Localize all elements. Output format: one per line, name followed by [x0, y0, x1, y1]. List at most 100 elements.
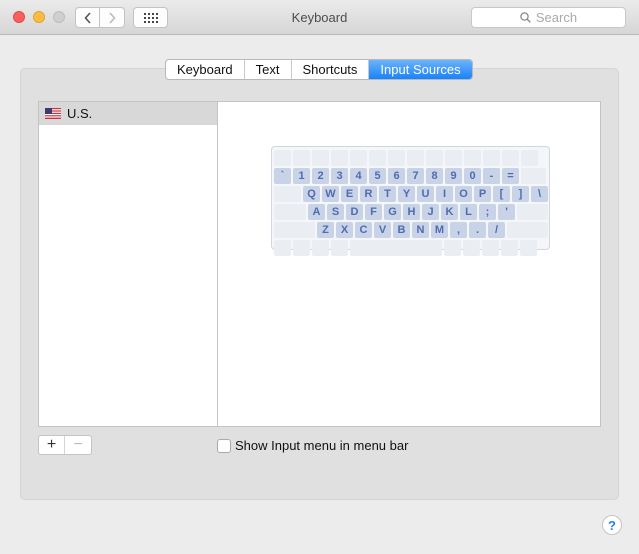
keyboard-key: R [360, 186, 377, 202]
keyboard-key-blank [444, 240, 461, 256]
keyboard-key: P [474, 186, 491, 202]
keyboard-key-blank [502, 150, 519, 166]
show-input-menu-checkbox[interactable] [217, 438, 231, 453]
keyboard-key-blank [274, 240, 291, 256]
search-icon [520, 12, 531, 23]
keyboard-row: A S D F G H J K L; ' [274, 204, 548, 220]
keyboard-key: - [483, 168, 500, 184]
keyboard-key-blank [388, 150, 405, 166]
keyboard-key: L [460, 204, 477, 220]
show-input-menu-label: Show Input menu in menu bar [235, 438, 409, 453]
keyboard-key: N [412, 222, 429, 238]
keyboard-key: . [469, 222, 486, 238]
keyboard-key-blank [350, 150, 367, 166]
keyboard-key: , [450, 222, 467, 238]
keyboard-preferences-window: Keyboard Search Keyboard Text Shortcuts … [0, 0, 639, 554]
keyboard-key: O [455, 186, 472, 202]
keyboard-key: 6 [388, 168, 405, 184]
tab-text[interactable]: Text [245, 60, 292, 79]
keyboard-key-blank [445, 150, 462, 166]
search-field[interactable]: Search [471, 7, 626, 28]
keyboard-key-blank [501, 240, 518, 256]
keyboard-key: 1 [293, 168, 310, 184]
keyboard-key: G [384, 204, 401, 220]
search-placeholder: Search [535, 10, 578, 25]
keyboard-key-blank [464, 150, 481, 166]
keyboard-key-blank [369, 150, 386, 166]
keyboard-key-blank [293, 240, 310, 256]
keyboard-key: B [393, 222, 410, 238]
keyboard-row: Z X C V B N M,. / [274, 222, 548, 238]
keyboard-key-blank [350, 240, 442, 256]
keyboard-key: U [417, 186, 434, 202]
keyboard-key-blank [507, 222, 548, 238]
keyboard-key-blank [483, 150, 500, 166]
keyboard-key: \ [531, 186, 548, 202]
keyboard-key: 5 [369, 168, 386, 184]
keyboard-key-blank [312, 240, 329, 256]
keyboard-key: C [355, 222, 372, 238]
keyboard-key-blank [331, 240, 348, 256]
keyboard-key: T [379, 186, 396, 202]
keyboard-key: M [431, 222, 448, 238]
keyboard-key: E [341, 186, 358, 202]
keyboard-key-blank [274, 150, 291, 166]
title-bar: Keyboard Search [0, 0, 639, 35]
keyboard-key: H [403, 204, 420, 220]
keyboard-key: 4 [350, 168, 367, 184]
keyboard-key: 3 [331, 168, 348, 184]
keyboard-row [274, 240, 547, 256]
list-item-label: U.S. [67, 106, 93, 121]
keyboard-key: X [336, 222, 353, 238]
keyboard-key: ] [512, 186, 529, 202]
keyboard-key: Y [398, 186, 415, 202]
keyboard-key-blank [274, 186, 301, 202]
tab-shortcuts[interactable]: Shortcuts [292, 60, 370, 79]
us-flag-icon [45, 108, 61, 119]
tab-keyboard[interactable]: Keyboard [166, 60, 245, 79]
keyboard-key: ` [274, 168, 291, 184]
keyboard-key: A [308, 204, 325, 220]
remove-input-source-button[interactable]: − [65, 436, 91, 454]
keyboard-layout-preview: ` 1 2 3 4 5 6 7 8 9 0- = Q W E R T Y U I O P[] \ A S D F G H J K L; ' Z X C… [271, 146, 550, 256]
show-input-menu-row[interactable]: Show Input menu in menu bar [217, 438, 408, 453]
keyboard-key: F [365, 204, 382, 220]
keyboard-key: Z [317, 222, 334, 238]
keyboard-key-blank [521, 168, 546, 184]
add-input-source-button[interactable]: + [39, 436, 65, 454]
input-sources-list: U.S. [38, 101, 218, 427]
help-button[interactable]: ? [602, 515, 622, 535]
keyboard-key: ' [498, 204, 515, 220]
keyboard-key: D [346, 204, 363, 220]
keyboard-key: 9 [445, 168, 462, 184]
keyboard-row [274, 150, 547, 166]
keyboard-preview-pane: ` 1 2 3 4 5 6 7 8 9 0- = Q W E R T Y U I O P[] \ A S D F G H J K L; ' Z X C… [217, 101, 601, 427]
keyboard-key: 8 [426, 168, 443, 184]
keyboard-key-blank [293, 150, 310, 166]
keyboard-key: K [441, 204, 458, 220]
list-item-us[interactable]: U.S. [39, 102, 217, 125]
keyboard-key: 7 [407, 168, 424, 184]
keyboard-row: ` 1 2 3 4 5 6 7 8 9 0- = [274, 168, 547, 184]
keyboard-key-blank [426, 150, 443, 166]
keyboard-key: S [327, 204, 344, 220]
keyboard-key-blank [274, 204, 306, 220]
keyboard-key-blank [517, 204, 548, 220]
keyboard-key: 0 [464, 168, 481, 184]
keyboard-key: V [374, 222, 391, 238]
add-remove-control: + − [38, 435, 92, 455]
keyboard-row: Q W E R T Y U I O P[] \ [274, 186, 548, 202]
keyboard-key: J [422, 204, 439, 220]
keyboard-key-blank [482, 240, 499, 256]
keyboard-key-blank [463, 240, 480, 256]
keyboard-key-blank [274, 222, 315, 238]
keyboard-key: ; [479, 204, 496, 220]
keyboard-key: Q [303, 186, 320, 202]
keyboard-key: I [436, 186, 453, 202]
keyboard-key: W [322, 186, 339, 202]
keyboard-key-blank [520, 240, 537, 256]
keyboard-key-blank [312, 150, 329, 166]
tab-input-sources[interactable]: Input Sources [369, 60, 472, 79]
keyboard-key: 2 [312, 168, 329, 184]
keyboard-key-blank [407, 150, 424, 166]
